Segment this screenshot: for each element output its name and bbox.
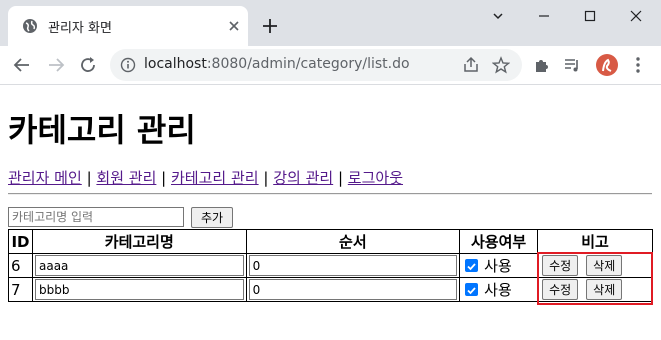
profile-avatar[interactable]	[596, 54, 618, 76]
column-header-category-name: 카테고리명	[31, 229, 247, 254]
admin-nav: 관리자 메인 | 회원 관리 | 카테고리 관리 | 강의 관리 | 로그아웃	[8, 167, 403, 188]
category-id: 6	[8, 253, 33, 278]
maximize-icon[interactable]	[568, 6, 612, 26]
column-header-use: 사용여부	[459, 229, 539, 254]
use-checkbox[interactable]	[465, 259, 479, 272]
site-info-icon[interactable]	[120, 57, 136, 73]
add-category-button[interactable]: 추가	[191, 207, 233, 228]
globe-icon	[22, 18, 38, 34]
table-header-row: ID 카테고리명 순서 사용여부 비고	[8, 229, 653, 254]
category-actions-cell: 수정 삭제	[537, 253, 653, 278]
category-id: 7	[8, 277, 33, 302]
category-order-field[interactable]	[248, 279, 458, 300]
tab-search-icon[interactable]	[476, 6, 520, 26]
use-label: 사용	[484, 281, 512, 299]
media-queue-icon[interactable]	[562, 55, 582, 75]
category-actions-cell: 수정 삭제	[537, 277, 653, 302]
new-tab-icon[interactable]	[260, 16, 280, 36]
category-name-cell	[31, 277, 247, 302]
bookmark-star-icon[interactable]	[491, 56, 511, 74]
nav-link-member-management[interactable]: 회원 관리	[96, 169, 156, 187]
window-close-icon[interactable]	[614, 6, 658, 26]
close-icon[interactable]	[226, 18, 242, 34]
nav-separator: |	[337, 169, 344, 187]
category-name-field[interactable]	[34, 255, 244, 276]
column-header-id: ID	[8, 229, 33, 254]
reload-icon[interactable]	[78, 55, 98, 75]
category-table: ID 카테고리명 순서 사용여부 비고 6 aaaa 0 사용 수정 삭제 7 …	[8, 229, 653, 302]
table-row: 7 사용 수정	[8, 277, 653, 302]
category-order-cell	[245, 253, 461, 278]
browser-toolbar: localhost:8080/admin/category/list.do	[0, 46, 661, 85]
category-order-field[interactable]	[248, 255, 458, 276]
nav-link-course-management[interactable]: 강의 관리	[273, 169, 333, 187]
table-row: 6 사용 수정	[8, 253, 653, 278]
use-label: 사용	[484, 257, 512, 275]
browser-tab-strip: 관리자 화면	[0, 0, 661, 46]
nav-link-logout[interactable]: 로그아웃	[348, 169, 403, 187]
minimize-icon[interactable]	[522, 6, 566, 26]
category-use-cell: 사용	[459, 277, 539, 302]
page-title: 카테고리 관리	[8, 111, 196, 149]
extensions-puzzle-icon[interactable]	[532, 55, 552, 75]
delete-button[interactable]: 삭제	[586, 279, 623, 300]
delete-button[interactable]: 삭제	[586, 255, 623, 276]
share-icon[interactable]	[462, 56, 480, 74]
nav-separator: |	[161, 169, 167, 187]
column-header-order: 순서	[245, 229, 461, 254]
use-checkbox[interactable]	[465, 283, 479, 296]
divider	[8, 193, 652, 195]
tab-title: 관리자 화면	[48, 21, 112, 36]
nav-separator: |	[263, 169, 269, 187]
category-name-input[interactable]	[8, 207, 184, 227]
nav-separator: |	[86, 169, 92, 187]
menu-kebab-icon[interactable]	[628, 55, 648, 75]
category-order-cell	[245, 277, 461, 302]
address-bar[interactable]: localhost:8080/admin/category/list.do	[110, 49, 522, 81]
page-content: 카테고리 관리 관리자 메인 | 회원 관리 | 카테고리 관리 | 강의 관리…	[0, 85, 661, 340]
edit-button[interactable]: 수정	[542, 279, 579, 300]
forward-arrow-icon[interactable]	[46, 55, 66, 75]
url-text: localhost:8080/admin/category/list.do	[144, 56, 410, 72]
nav-link-category-management[interactable]: 카테고리 관리	[171, 169, 259, 187]
browser-tab[interactable]: 관리자 화면	[8, 6, 248, 46]
column-header-remarks: 비고	[537, 229, 653, 254]
edit-button[interactable]: 수정	[542, 255, 579, 276]
nav-link-admin-main[interactable]: 관리자 메인	[8, 169, 82, 187]
category-name-field[interactable]	[34, 279, 244, 300]
category-use-cell: 사용	[459, 253, 539, 278]
back-arrow-icon[interactable]	[12, 55, 32, 75]
category-name-cell	[31, 253, 247, 278]
